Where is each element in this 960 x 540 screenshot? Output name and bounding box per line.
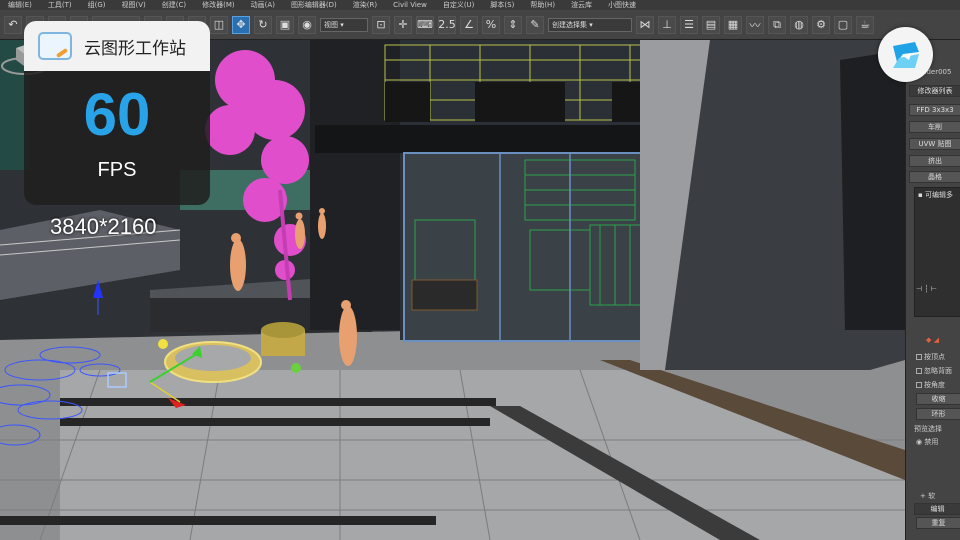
percent-snap-icon[interactable]: %: [482, 15, 500, 34]
floating-app-badge[interactable]: [878, 27, 933, 82]
schematic-view-icon[interactable]: ⧉: [768, 15, 786, 34]
brand-title: 云图形工作站: [84, 38, 186, 59]
by-vertex-checkbox[interactable]: 按顶点: [916, 352, 945, 362]
rendered-frame-window-icon[interactable]: ▢: [834, 15, 852, 34]
modifier-lathe-button[interactable]: 车削: [909, 121, 960, 133]
modifier-lathe-label: 车削: [928, 123, 942, 131]
soft-selection-rollout[interactable]: + 软: [920, 491, 935, 501]
snap-toggle-icon[interactable]: 2.5: [438, 15, 456, 34]
menu-help[interactable]: 帮助(H): [522, 0, 563, 10]
selection-mode-icons[interactable]: ◆ ◢: [926, 336, 939, 344]
layer-explorer-icon[interactable]: ▤: [702, 15, 720, 34]
window-crossing-icon[interactable]: ◫: [210, 15, 228, 34]
named-selection-set-select[interactable]: 创建选择集 ▾: [548, 17, 632, 32]
place-tool-icon[interactable]: ◉: [298, 15, 316, 34]
render-setup-icon[interactable]: ⚙: [812, 15, 830, 34]
by-angle-checkbox[interactable]: 按角度: [916, 380, 945, 390]
menu-view[interactable]: 视图(V): [114, 0, 154, 10]
curve-editor-icon[interactable]: 〰: [746, 15, 764, 34]
ring-button[interactable]: 环形: [916, 408, 960, 420]
menu-animation[interactable]: 动画(A): [243, 0, 283, 10]
edit-rollout-label: 编辑: [930, 505, 945, 513]
menu-tools[interactable]: 工具(T): [40, 0, 80, 10]
rotate-tool-icon[interactable]: ↻: [254, 15, 272, 34]
fps-value: 60: [83, 81, 151, 148]
mirror-icon[interactable]: ⋈: [636, 15, 654, 34]
modifier-ffd-button[interactable]: FFD 3x3x3: [909, 104, 960, 116]
pivot-center-icon[interactable]: ⊡: [372, 15, 390, 34]
ignore-backfacing-box: [916, 368, 922, 374]
ignore-backfacing-checkbox[interactable]: 忽略背面: [916, 366, 952, 376]
repeat-label: 重复: [931, 519, 946, 527]
modifier-list-dropdown[interactable]: 修改器列表: [909, 85, 960, 97]
modifier-uvw-button[interactable]: UVW 贴图: [909, 138, 960, 150]
command-panel: ylinder005 修改器列表 FFD 3x3x3 车削 UVW 贴图 挤出 …: [905, 40, 960, 540]
menu-render-library[interactable]: 渲云库: [563, 0, 600, 10]
preview-selection-label: 预览选择: [914, 425, 942, 433]
soft-selection-toggle: +: [920, 492, 929, 500]
modifier-stack-item-label: 可编辑多: [924, 191, 953, 199]
fps-card-header: 云图形工作站: [24, 21, 210, 71]
menu-bar: 编辑(E) 工具(T) 组(G) 视图(V) 创建(C) 修改器(M) 动画(A…: [0, 0, 960, 10]
material-editor-icon[interactable]: ◍: [790, 15, 808, 34]
shrink-label: 收缩: [931, 395, 946, 403]
align-icon[interactable]: ⊥: [658, 15, 676, 34]
toggle-scene-explorer-icon[interactable]: ☰: [680, 15, 698, 34]
modifier-uvw-label: UVW 贴图: [918, 140, 952, 148]
modifier-list-label: 修改器列表: [917, 87, 953, 95]
move-tool-icon[interactable]: ✥: [232, 15, 250, 34]
modifier-extrude-label: 挤出: [928, 157, 942, 165]
render-production-icon[interactable]: ☕: [856, 15, 874, 34]
by-angle-box: [916, 382, 922, 388]
reference-coord-select[interactable]: 视图 ▾: [320, 17, 368, 32]
named-selection-set-value: 创建选择集: [552, 20, 587, 29]
stack-controls: ⊣ ┆ ⊢: [916, 285, 937, 293]
workstation-logo-icon: [38, 32, 72, 60]
angle-snap-icon[interactable]: ∠: [460, 15, 478, 34]
menu-customize[interactable]: 自定义(U): [435, 0, 483, 10]
fps-unit-label: FPS: [97, 159, 137, 181]
modifier-ffd-label: FFD 3x3x3: [916, 106, 954, 114]
reference-coord-value: 视图: [324, 20, 338, 29]
menu-graph-editors[interactable]: 图形编辑器(D): [283, 0, 345, 10]
repeat-button[interactable]: 重复: [916, 517, 960, 529]
ring-label: 环形: [931, 410, 946, 418]
ignore-backfacing-label: 忽略背面: [924, 367, 952, 375]
shrink-button[interactable]: 收缩: [916, 393, 960, 405]
modifier-lattice-label: 晶格: [928, 173, 942, 181]
select-manipulate-icon[interactable]: ✛: [394, 15, 412, 34]
resolution-label: 3840*2160: [50, 214, 157, 239]
by-angle-label: 按角度: [924, 381, 945, 389]
menu-modifiers[interactable]: 修改器(M): [194, 0, 243, 10]
soft-selection-label: 软: [928, 492, 936, 500]
menu-group[interactable]: 组(G): [80, 0, 114, 10]
menu-civil-view[interactable]: Civil View: [385, 0, 435, 10]
scale-tool-icon[interactable]: ▣: [276, 15, 294, 34]
undo-icon[interactable]: ↶: [4, 15, 22, 34]
by-vertex-label: 按顶点: [924, 353, 945, 361]
menu-quick-thumbnail[interactable]: 小图快速: [600, 0, 644, 10]
menu-scripting[interactable]: 脚本(S): [482, 0, 522, 10]
modifier-lattice-button[interactable]: 晶格: [909, 171, 960, 183]
modifier-stack-item[interactable]: ▪ 可编辑多: [915, 188, 960, 202]
app-logo-icon: [892, 41, 919, 68]
edit-named-sets-icon[interactable]: ✎: [526, 15, 544, 34]
disable-radio-label: 禁用: [924, 438, 939, 446]
spinner-snap-icon[interactable]: ⇕: [504, 15, 522, 34]
ribbon-toggle-icon[interactable]: ▦: [724, 15, 742, 34]
menu-rendering[interactable]: 渲染(R): [345, 0, 385, 10]
disable-radio[interactable]: ◉ 禁用: [916, 437, 938, 447]
menu-create[interactable]: 创建(C): [154, 0, 194, 10]
by-vertex-box: [916, 354, 922, 360]
modifier-stack-list[interactable]: ▪ 可编辑多: [914, 187, 960, 317]
modifier-extrude-button[interactable]: 挤出: [909, 155, 960, 167]
menu-edit[interactable]: 编辑(E): [0, 0, 40, 10]
fps-overlay-card: 云图形工作站 60 FPS: [24, 21, 210, 205]
keyboard-shortcut-icon[interactable]: ⌨: [416, 15, 434, 34]
edit-rollout[interactable]: 编辑: [914, 503, 960, 515]
